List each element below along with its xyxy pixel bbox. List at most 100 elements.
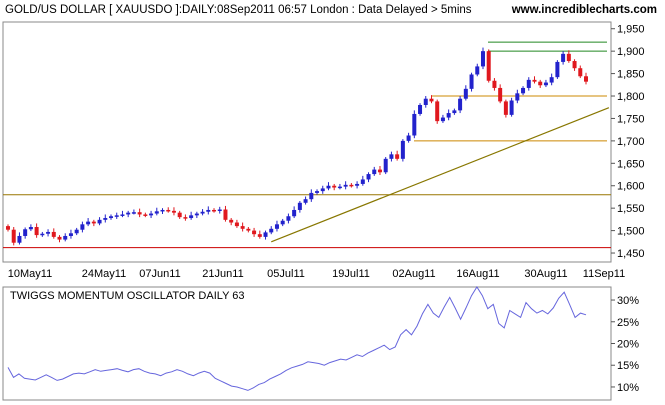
candle-body bbox=[126, 212, 131, 215]
x-tick-label: 16Aug11 bbox=[456, 268, 499, 280]
candle-body bbox=[23, 229, 28, 236]
candle-body bbox=[280, 220, 285, 225]
oscillator-line bbox=[7, 286, 587, 391]
candle-body bbox=[240, 226, 245, 229]
candle-body bbox=[177, 212, 182, 218]
candle-body bbox=[303, 199, 308, 203]
candle-body bbox=[34, 227, 39, 236]
x-tick-label: 19Jul11 bbox=[332, 268, 370, 280]
candle-body bbox=[17, 235, 22, 243]
candle-body bbox=[549, 77, 554, 83]
price-y-tick-label: 1,900 bbox=[617, 46, 645, 58]
x-tick-label: 07Jun11 bbox=[139, 268, 180, 280]
candle-body bbox=[509, 100, 514, 115]
price-y-tick-label: 1,800 bbox=[617, 91, 645, 103]
candle-body bbox=[515, 93, 520, 101]
candle-body bbox=[171, 210, 176, 213]
candle-body bbox=[212, 209, 217, 212]
candle-body bbox=[68, 233, 73, 236]
candle-body bbox=[452, 110, 457, 114]
candle-body bbox=[572, 61, 577, 69]
candle-body bbox=[469, 74, 474, 89]
candle-body bbox=[274, 224, 279, 229]
candle-body bbox=[286, 216, 291, 221]
candle-body bbox=[194, 213, 199, 216]
x-tick-label: 10May11 bbox=[8, 268, 52, 280]
candle-body bbox=[97, 219, 102, 224]
candle-body bbox=[532, 79, 537, 82]
candle-body bbox=[389, 154, 394, 159]
candle-body bbox=[538, 81, 543, 86]
price-y-tick-label: 1,650 bbox=[617, 158, 645, 170]
candle-body bbox=[423, 98, 428, 105]
candle-body bbox=[366, 174, 371, 180]
candle-body bbox=[555, 61, 560, 78]
x-tick-label: 30Aug11 bbox=[524, 268, 567, 280]
candle-body bbox=[435, 101, 440, 122]
candle-body bbox=[131, 212, 136, 214]
candle-body bbox=[229, 219, 234, 223]
candle-body bbox=[252, 230, 257, 235]
candle-body bbox=[269, 228, 274, 233]
candle-body bbox=[337, 186, 342, 189]
price-y-tick-label: 1,500 bbox=[617, 226, 645, 238]
candle-body bbox=[189, 215, 194, 219]
candle-body bbox=[480, 51, 485, 67]
candle-body bbox=[6, 226, 10, 230]
osc-y-tick-label: 25% bbox=[617, 317, 639, 329]
x-tick-label: 21Jun11 bbox=[202, 268, 243, 280]
candle-body bbox=[355, 183, 360, 186]
candle-body bbox=[154, 211, 159, 214]
oscillator-panel-frame bbox=[2, 286, 612, 401]
candle-body bbox=[200, 211, 205, 214]
candle-body bbox=[584, 76, 588, 82]
candle-body bbox=[57, 236, 62, 240]
candle-body bbox=[114, 215, 119, 217]
candle-body bbox=[446, 113, 451, 118]
candle-body bbox=[263, 232, 268, 237]
candle-body bbox=[429, 98, 434, 102]
price-y-tick-label: 1,550 bbox=[617, 203, 645, 215]
candle-body bbox=[343, 184, 348, 187]
candle-body bbox=[223, 209, 228, 220]
candle-body bbox=[246, 228, 251, 231]
candle-body bbox=[503, 101, 508, 115]
candle-body bbox=[561, 53, 566, 62]
candle-body bbox=[492, 80, 497, 88]
candle-body bbox=[372, 169, 377, 175]
osc-y-tick-label: 30% bbox=[617, 295, 639, 307]
price-y-tick-label: 1,750 bbox=[617, 113, 645, 125]
candle-body bbox=[28, 227, 33, 230]
candle-body bbox=[526, 79, 531, 88]
candle-body bbox=[46, 231, 51, 234]
candle-body bbox=[160, 209, 165, 212]
candle-body bbox=[166, 209, 171, 212]
candle-body bbox=[234, 222, 239, 227]
candle-body bbox=[74, 229, 79, 234]
candle-body bbox=[349, 184, 354, 187]
price-y-tick-label: 1,700 bbox=[617, 136, 645, 148]
candle-body bbox=[377, 169, 382, 173]
candle-body bbox=[137, 212, 142, 215]
candle-body bbox=[63, 235, 68, 240]
candle-body bbox=[400, 140, 405, 159]
osc-y-tick-label: 15% bbox=[617, 360, 639, 372]
osc-y-tick-label: 10% bbox=[617, 382, 639, 394]
candle-body bbox=[412, 113, 417, 136]
candle-body bbox=[11, 229, 16, 243]
candle-body bbox=[297, 202, 302, 210]
x-tick-label: 05Jul11 bbox=[267, 268, 305, 280]
candle-body bbox=[206, 209, 211, 212]
candle-body bbox=[486, 51, 491, 81]
candle-body bbox=[143, 214, 148, 216]
candle-body bbox=[440, 117, 445, 122]
trendline bbox=[271, 107, 610, 243]
price-y-tick-label: 1,950 bbox=[617, 24, 645, 36]
candle-body bbox=[51, 231, 56, 237]
candle-body bbox=[543, 82, 548, 86]
price-chart: 1,450 1,500 1,550 1,600 1,650 1,700 1,750 1,800… bbox=[2, 21, 645, 401]
candle-body bbox=[578, 68, 583, 77]
candle-body bbox=[320, 188, 325, 192]
x-tick-label: 11Sep11 bbox=[583, 268, 625, 280]
candle-body bbox=[292, 209, 297, 217]
